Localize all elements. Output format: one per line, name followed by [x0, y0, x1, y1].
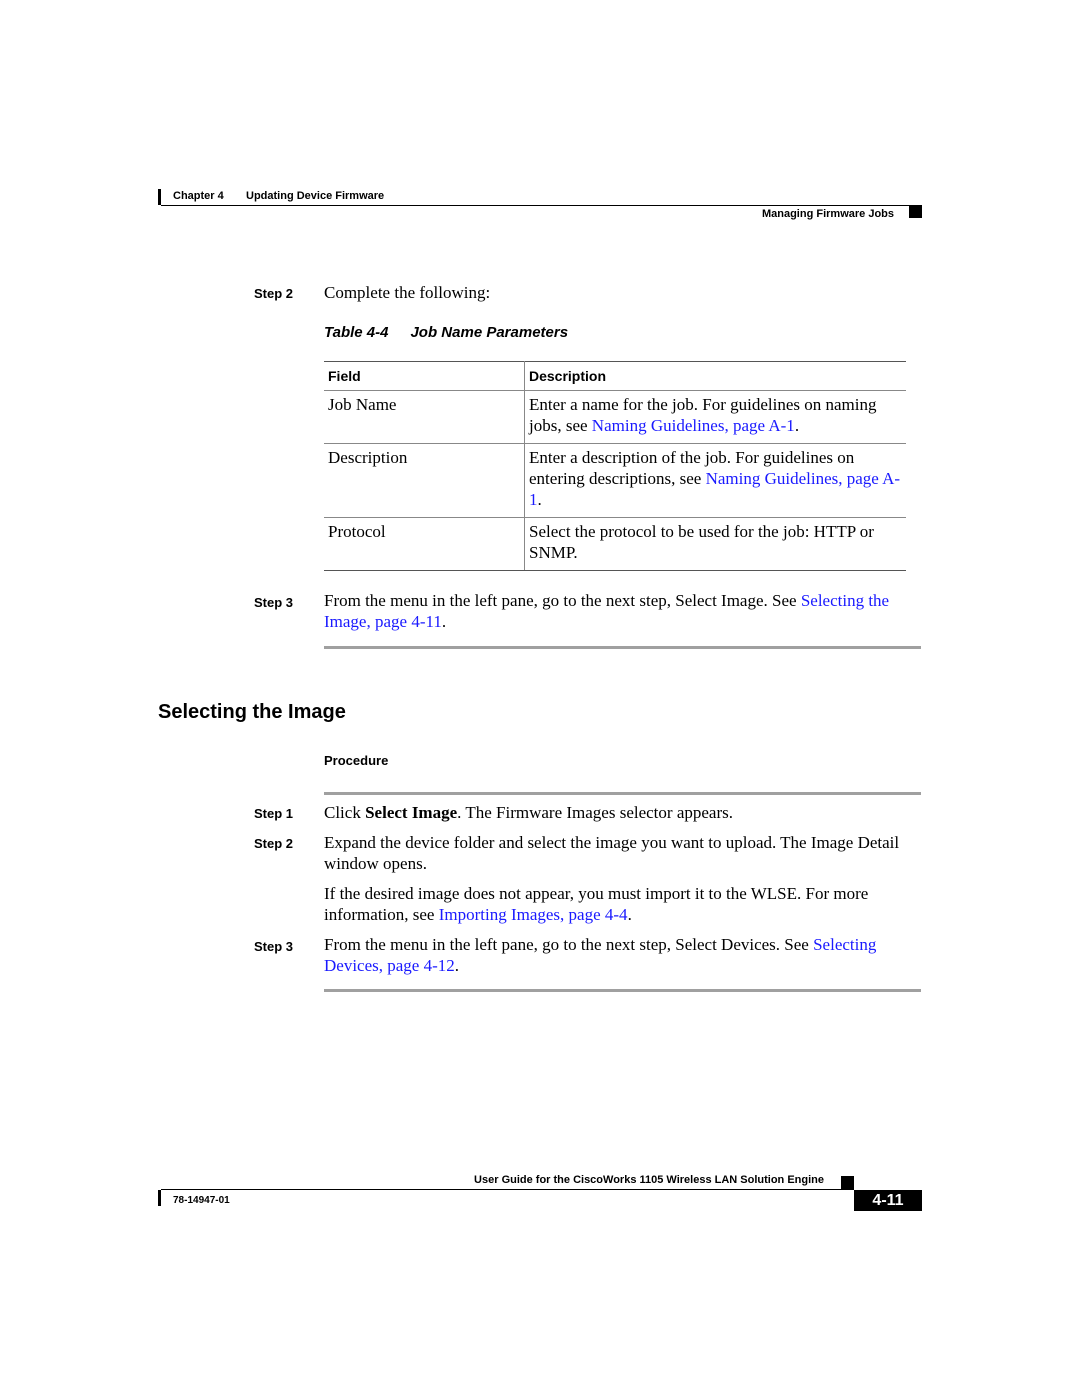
select-image-ui-term: Select Image — [365, 803, 458, 822]
description-text: . — [794, 416, 800, 435]
table-caption-title: Job Name Parameters — [410, 324, 569, 341]
header-rule — [161, 205, 922, 206]
header-chapter: Chapter 4 — [173, 190, 224, 202]
field-cell: Description — [324, 443, 525, 518]
column-header-description: Description — [524, 361, 906, 391]
table-row: Description Enter a description of the j… — [324, 443, 906, 518]
step-text-part: From the menu in the left pane, go to th… — [324, 591, 801, 610]
header-square-mark — [909, 206, 922, 218]
description-cell: Select the protocol to be used for the j… — [524, 517, 906, 571]
step-text-part: . — [454, 956, 460, 975]
description-cell: Enter a name for the job. For guidelines… — [524, 390, 906, 444]
step-text: Click Select Image. The Firmware Images … — [324, 802, 920, 823]
description-text: Select the protocol to be used for the j… — [529, 522, 874, 562]
step-label: Step 2 — [254, 836, 294, 851]
footer-square-mark — [841, 1176, 854, 1190]
step-label: Step 3 — [254, 595, 294, 610]
step-label: Step 1 — [254, 806, 294, 821]
description-text: . — [537, 490, 542, 509]
field-cell: Job Name — [324, 390, 525, 444]
step-text: Complete the following: — [324, 283, 491, 302]
table-row: Protocol Select the protocol to be used … — [324, 517, 906, 571]
step-text: From the menu in the left pane, go to th… — [324, 590, 920, 632]
table-row: Job Name Enter a name for the job. For g… — [324, 390, 906, 444]
step-text: From the menu in the left pane, go to th… — [324, 934, 920, 976]
job-name-parameters-table: Field Description Job Name Enter a name … — [324, 361, 906, 571]
header-chapter-title: Updating Device Firmware — [246, 190, 385, 202]
importing-images-link[interactable]: Importing Images, page 4-4 — [439, 905, 628, 924]
step-label: Step 2 — [254, 286, 294, 301]
description-cell: Enter a description of the job. For guid… — [524, 443, 906, 518]
step-text-part: . The Firmware Images selector appears. — [457, 803, 733, 822]
step-note: If the desired image does not appear, yo… — [324, 883, 920, 925]
header-bar-mark — [158, 189, 161, 205]
footer-guide-title: User Guide for the CiscoWorks 1105 Wirel… — [474, 1174, 824, 1186]
footer-bar-mark — [158, 1190, 161, 1206]
step-text-part: . — [627, 905, 632, 924]
table-caption: Table 4-4 Job Name Parameters — [324, 324, 568, 341]
step-text-part: From the menu in the left pane, go to th… — [324, 935, 814, 954]
procedure-start-rule — [324, 792, 921, 795]
step-label: Step 3 — [254, 939, 294, 954]
footer-page-number: 4-11 — [854, 1190, 922, 1211]
step-text: Expand the device folder and select the … — [324, 833, 900, 873]
section-heading: Selecting the Image — [158, 701, 346, 723]
procedure-end-rule — [324, 646, 921, 649]
procedure-end-rule — [324, 989, 921, 992]
step-text-part: . — [441, 612, 447, 631]
header-section-title: Managing Firmware Jobs — [761, 208, 894, 220]
table-caption-number: Table 4-4 — [324, 324, 389, 341]
table-header-row: Field Description — [324, 361, 906, 391]
naming-guidelines-link[interactable]: Naming Guidelines, page A-1 — [592, 416, 795, 435]
procedure-label: Procedure — [324, 753, 389, 768]
column-header-field: Field — [324, 361, 525, 391]
step-text-part: Click — [324, 803, 366, 822]
footer-rule — [161, 1189, 854, 1190]
footer-doc-number: 78-14947-01 — [173, 1195, 230, 1206]
field-cell: Protocol — [324, 517, 525, 571]
